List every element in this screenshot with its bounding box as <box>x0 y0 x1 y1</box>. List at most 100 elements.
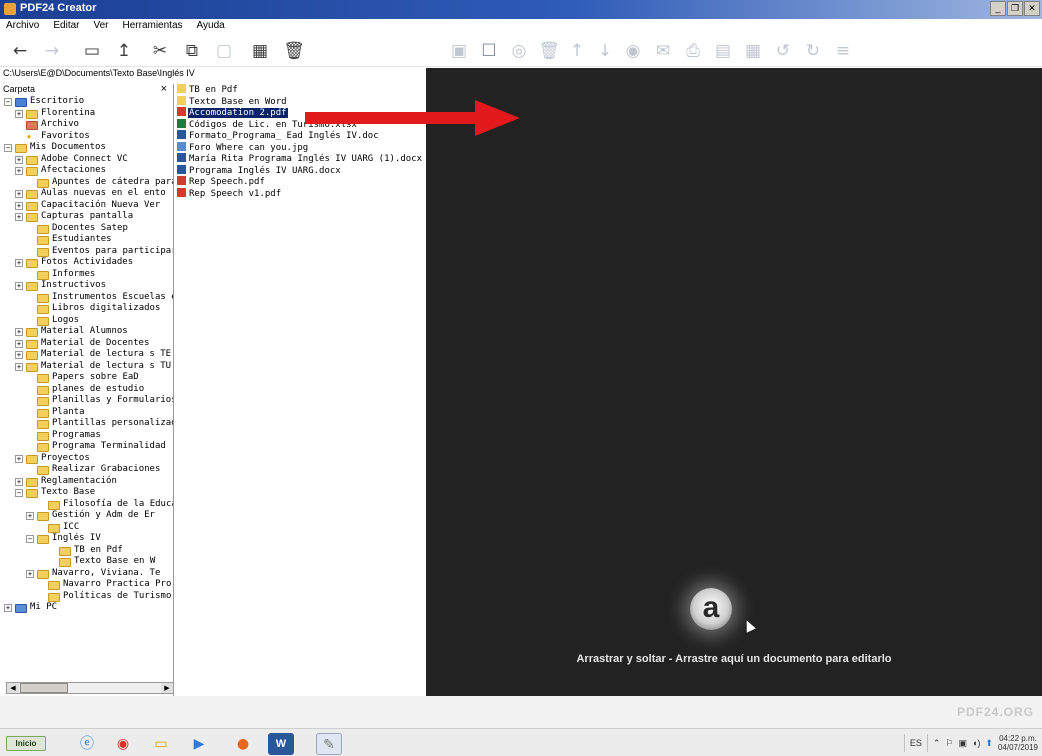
volume-icon[interactable]: ◖) <box>972 738 980 748</box>
close-panel-icon[interactable]: × <box>161 84 167 95</box>
file-item[interactable]: María Rita Programa Inglés IV UARG (1).d… <box>175 153 426 165</box>
firefox-icon[interactable]: ● <box>230 733 256 755</box>
expand-icon[interactable]: + <box>15 109 23 118</box>
expand-icon[interactable]: + <box>15 213 23 221</box>
collapse-icon[interactable]: − <box>26 535 34 543</box>
expand-icon[interactable]: + <box>15 454 23 463</box>
forward-arrow-icon[interactable]: → <box>40 39 64 63</box>
file-item[interactable]: Programa Inglés IV UARG.docx <box>175 164 426 177</box>
print-icon[interactable]: ⎙ <box>681 39 705 63</box>
start-button[interactable]: Inicio <box>6 736 46 751</box>
folder-tree-item[interactable]: + Capacitación Nueva Ver <box>0 200 173 212</box>
thumbnails-icon[interactable]: ▦ <box>741 39 765 63</box>
network-icon[interactable]: ▣ <box>958 738 967 749</box>
folder-tree-item[interactable]: + Gestión y Adm de Er <box>0 510 173 522</box>
scroll-left-icon[interactable]: ◀ <box>7 683 19 693</box>
folder-tree-item[interactable]: Archivo <box>0 119 173 131</box>
folder-tree-item[interactable]: Planta <box>0 407 173 419</box>
expand-icon[interactable]: + <box>15 328 23 336</box>
folder-tree-item[interactable]: − Inglés IV <box>0 533 173 545</box>
folder-panel-scrollbar[interactable]: ◀ ▶ <box>6 682 174 694</box>
folder-tree-item[interactable]: Informes <box>0 269 173 281</box>
folder-tree-item[interactable]: Estudiantes <box>0 234 173 246</box>
move-up-icon[interactable]: ↑ <box>565 39 589 63</box>
folder-tree-item[interactable]: Realizar Grabaciones <box>0 464 173 476</box>
folder-tree-item[interactable]: + Fotos Actividades <box>0 257 173 269</box>
menu-herramientas[interactable]: Herramientas <box>117 19 191 35</box>
folder-tree-item[interactable]: Texto Base en W <box>0 556 173 568</box>
menu-archivo[interactable]: Archivo <box>0 19 47 35</box>
folder-tree-item[interactable]: + Florentina <box>0 108 173 120</box>
folder-tree-item[interactable]: Planillas y Formularios <box>0 395 173 407</box>
scroll-right-icon[interactable]: ▶ <box>161 683 173 693</box>
explorer-icon[interactable]: ▭ <box>148 733 174 755</box>
folder-tree-item[interactable]: − Escritorio <box>0 96 173 108</box>
file-item[interactable]: Rep Speech.pdf <box>175 176 426 188</box>
folder-tree-item[interactable]: + Mi PC <box>0 602 173 614</box>
move-down-icon[interactable]: ↓ <box>593 39 617 63</box>
combine-icon[interactable]: ◎ <box>507 39 531 63</box>
folder-tree-item[interactable]: Programas <box>0 430 173 442</box>
copy-icon[interactable]: ⧉ <box>180 39 204 63</box>
folder-tree-item[interactable]: + Material de lectura s TU <box>0 361 173 373</box>
compress-icon[interactable]: ▤ <box>711 39 735 63</box>
back-arrow-icon[interactable]: ← <box>8 39 32 63</box>
expand-icon[interactable]: + <box>15 155 23 164</box>
minimize-button[interactable]: _ <box>990 1 1006 16</box>
save-icon[interactable]: ▣ <box>447 39 471 63</box>
folder-tree-item[interactable]: + Instructivos <box>0 280 173 292</box>
expand-icon[interactable]: + <box>26 512 34 520</box>
folder-tree-item[interactable]: − Texto Base <box>0 487 173 499</box>
folder-tree-item[interactable]: + Material Alumnos <box>0 326 173 338</box>
folder-tree-item[interactable]: Programa Terminalidad <box>0 441 173 453</box>
word-icon[interactable]: W <box>268 733 294 755</box>
folder-tree-item[interactable]: Logos <box>0 315 173 327</box>
restore-button[interactable]: ❐ <box>1007 1 1023 16</box>
folder-tree-item[interactable]: ICC <box>0 522 173 534</box>
menu-ver[interactable]: Ver <box>87 19 116 35</box>
up-folder-icon[interactable]: ↥ <box>112 39 136 63</box>
expand-icon[interactable]: + <box>15 339 23 348</box>
folder-tree-item[interactable]: Plantillas personalizadas <box>0 418 173 430</box>
folder-tree-item[interactable]: Papers sobre EaD <box>0 372 173 384</box>
sort-icon[interactable]: ≡ <box>831 39 855 63</box>
folder-tree-item[interactable]: planes de estudio <box>0 384 173 396</box>
folder-tree-item[interactable]: ★ Favoritos <box>0 131 173 143</box>
collapse-icon[interactable]: − <box>15 489 23 497</box>
folder-tree-item[interactable]: + Proyectos <box>0 453 173 465</box>
email-icon[interactable]: ✉ <box>651 39 675 63</box>
pdf24-taskbar-icon[interactable]: ✎ <box>316 733 342 755</box>
clock[interactable]: 04:22 p.m. 04/07/2019 <box>998 734 1038 752</box>
expand-icon[interactable]: + <box>15 201 23 210</box>
expand-icon[interactable]: + <box>26 569 34 578</box>
collapse-icon[interactable]: − <box>4 144 12 152</box>
expand-icon[interactable]: + <box>15 282 23 290</box>
rotate-left-icon[interactable]: ↺ <box>771 39 795 63</box>
page-icon[interactable]: ☐ <box>477 39 501 63</box>
language-indicator[interactable]: ES <box>910 738 922 748</box>
file-item[interactable]: TB en Pdf <box>175 84 426 96</box>
expand-icon[interactable]: + <box>15 259 23 267</box>
folder-tree-item[interactable]: + Material de Docentes <box>0 338 173 350</box>
expand-icon[interactable]: + <box>15 477 23 486</box>
expand-icon[interactable]: + <box>15 351 23 359</box>
folder-tree-item[interactable]: − Mis Documentos <box>0 142 173 154</box>
scroll-thumb[interactable] <box>20 683 68 693</box>
folder-tree-item[interactable]: + Material de lectura s TE <box>0 349 173 361</box>
cut-icon[interactable]: ✂ <box>148 39 172 63</box>
paste-icon[interactable]: ▢ <box>212 39 236 63</box>
expand-icon[interactable]: + <box>15 167 23 175</box>
folder-tree-item[interactable]: Apuntes de cátedra para <box>0 177 173 189</box>
media-player-icon[interactable]: ▶ <box>186 733 212 755</box>
folder-tree-item[interactable]: TB en Pdf <box>0 545 173 557</box>
folder-tree-item[interactable]: + Reglamentación <box>0 476 173 488</box>
file-item[interactable]: Rep Speech v1.pdf <box>175 187 426 200</box>
collapse-icon[interactable]: − <box>4 98 12 106</box>
trash-icon[interactable]: 🗑 <box>282 39 306 63</box>
delete-page-icon[interactable]: 🗑 <box>537 39 561 63</box>
folder-tree-item[interactable]: Docentes Satep <box>0 223 173 235</box>
folder-tree-item[interactable]: + Adobe Connect VC <box>0 154 173 166</box>
ie-icon[interactable]: ⓔ <box>74 733 100 755</box>
preview-eye-icon[interactable]: ◉ <box>621 39 645 63</box>
folder-tree-item[interactable]: + Aulas nuevas en el ento <box>0 188 173 200</box>
